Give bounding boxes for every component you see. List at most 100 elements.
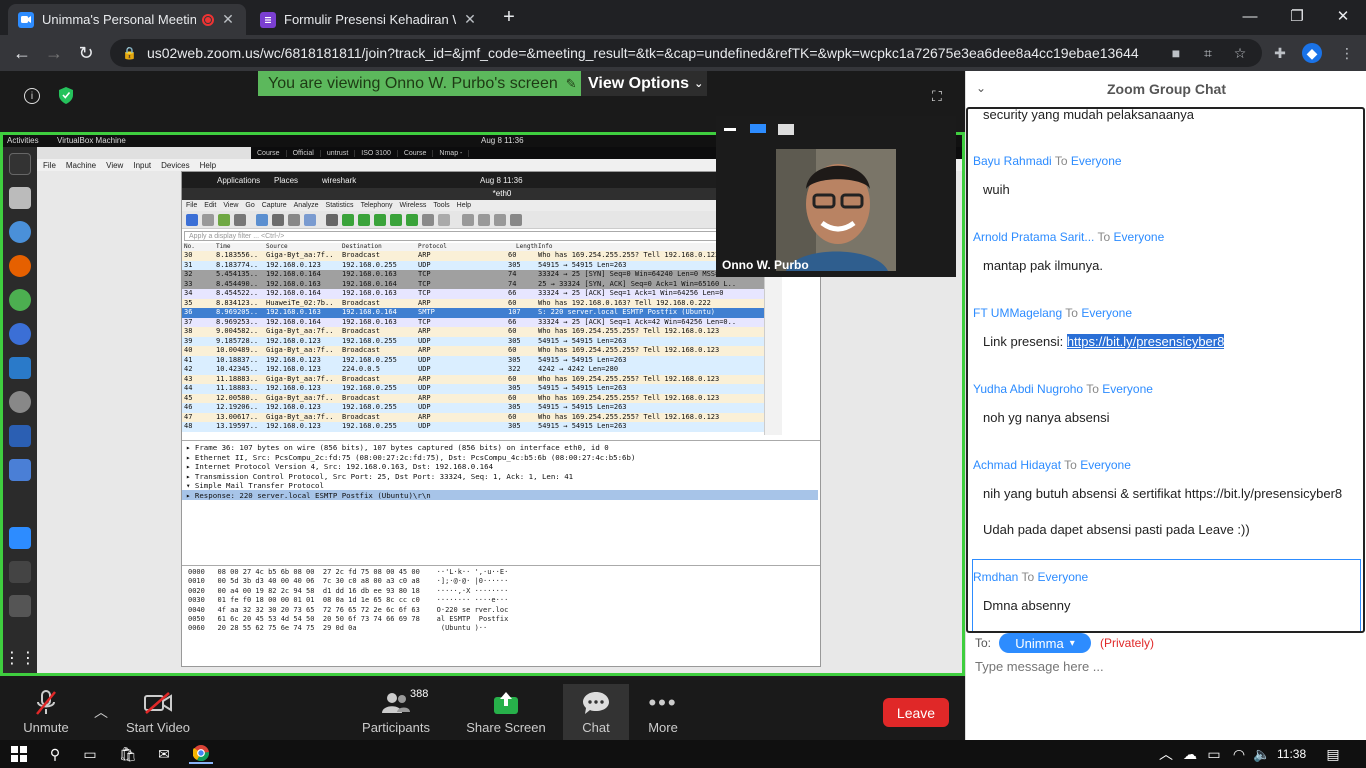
extensions-icon[interactable]: ✚ [1270, 43, 1290, 63]
packet-cell: 33324 → 25 [ACK] Seq=1 Ack=1 Win=64256 L… [538, 289, 724, 297]
prev-packet-icon [342, 214, 354, 226]
packet-cell: TCP [418, 270, 431, 278]
view-options-button[interactable]: View Options ⌄ [581, 71, 707, 96]
detail-line: ▸ Transmission Control Protocol, Src Por… [186, 471, 574, 481]
packet-list-scrollbar [764, 251, 782, 435]
audio-options-chevron-icon[interactable]: ︿ [94, 702, 108, 722]
info-icon[interactable]: i [24, 88, 40, 104]
windows-start-icon[interactable] [7, 744, 31, 764]
chat-message-header: Yudha Abdi Nugroho To Everyone [973, 382, 1153, 396]
packet-cell: UDP [418, 355, 431, 364]
translate-icon[interactable]: ⌗ [1198, 43, 1218, 63]
minimize-icon[interactable]: — [1227, 0, 1273, 32]
packet-cell: 36 [184, 308, 193, 316]
share-screen-button[interactable]: Share Screen [464, 684, 548, 740]
close-tab-icon[interactable]: ✕ [220, 11, 236, 28]
bookmark-star-icon[interactable]: ☆ [1230, 43, 1250, 63]
chat-button[interactable]: Chat [563, 684, 629, 740]
restore-icon[interactable]: ❐ [1274, 0, 1320, 32]
forward-icon[interactable]: → [41, 41, 67, 65]
fullscreen-icon[interactable]: ⛶ [932, 88, 946, 104]
packet-cell: 192.168.0.255 [342, 336, 397, 345]
single-view-icon[interactable] [750, 124, 766, 133]
mail-icon[interactable]: ✉ [152, 744, 176, 764]
zoom-reset-icon [494, 214, 506, 226]
onedrive-icon[interactable]: ☁ [1178, 744, 1202, 764]
camera-blocked-icon[interactable]: ■ [1166, 43, 1186, 63]
ws-menu-item: Wireless [399, 202, 427, 209]
packet-cell: 25 → 33324 [SYN, ACK] Seq=0 Ack=1 Win=65… [538, 279, 737, 288]
chat-sender[interactable]: FT UMMagelang [973, 306, 1062, 320]
tray-overflow-chevron-icon[interactable]: ︿ [1154, 744, 1178, 764]
viewing-screen-banner: You are viewing Onno W. Purbo's screen ✎ [258, 71, 581, 96]
reload-icon[interactable]: ↻ [73, 41, 99, 65]
task-view-icon[interactable]: ▭ [78, 744, 102, 764]
packet-cell: 33324 → 25 [SYN] Seq=0 Win=64240 Len=0 M… [538, 270, 737, 278]
packet-row: 37 8.969253.. 192.168.0.164 192.168.0.163 TC… [182, 317, 764, 327]
packet-cell: UDP [418, 384, 431, 392]
packet-cell: 33 [184, 279, 193, 288]
wifi-icon[interactable]: ◠ [1227, 744, 1251, 764]
presenter-video-tile[interactable]: Onno W. Purbo [716, 116, 956, 277]
more-button[interactable]: ••• More [638, 684, 688, 740]
to-label: To: [975, 636, 992, 650]
vbox-menu-item: Help [199, 160, 217, 170]
back-icon[interactable]: ← [9, 41, 35, 65]
chrome-taskbar-icon[interactable] [189, 744, 213, 764]
volume-icon[interactable]: 🔈 [1250, 744, 1274, 764]
shield-extension-icon[interactable]: ◆ [1302, 43, 1322, 63]
packet-cell: 54915 → 54915 Len=263 [538, 355, 627, 364]
tab-zoom-meeting[interactable]: Unimma's Personal Meeting ✕ [8, 4, 246, 35]
recipient-select[interactable]: Unimma ▾ [999, 633, 1091, 653]
leave-button[interactable]: Leave [883, 698, 949, 727]
unmute-button[interactable]: Unmute [18, 684, 74, 740]
ws-menu-item: Telephony [360, 202, 393, 209]
presenter-name: Onno W. Purbo [722, 258, 809, 272]
chat-sender[interactable]: Achmad Hidayat [973, 458, 1061, 472]
chat-sender[interactable]: Arnold Pratama Sarit... [973, 230, 1094, 244]
presensi-link[interactable]: https://bit.ly/presensicyber8 [1066, 334, 1225, 349]
chat-message-header: Arnold Pratama Sarit... To Everyone [973, 230, 1164, 244]
packet-row: 36 8.969205.. 192.168.0.163 192.168.0.164 SM… [182, 308, 764, 318]
packet-cell: 74 [508, 270, 517, 278]
minimize-video-icon[interactable] [724, 128, 736, 131]
packet-row: 47 13.00617.. Giga-Byt_aa:7f.. Broadcast ARP… [182, 412, 764, 422]
packet-cell: 192.168.0.255 [342, 355, 397, 364]
chat-message-text: noh yg nanya absensi [983, 410, 1110, 425]
close-tab-icon[interactable]: ✕ [462, 11, 478, 28]
store-icon[interactable]: 🛍 [116, 744, 140, 764]
chat-sender[interactable]: Rmdhan [973, 570, 1018, 584]
taskbar-clock[interactable]: 11:38 [1277, 740, 1306, 768]
tab-formulir[interactable]: Formulir Presensi Kehadiran Web ✕ [250, 4, 488, 35]
tab-title: Formulir Presensi Kehadiran Web [284, 12, 456, 27]
detail-line: ▸ Internet Protocol Version 4, Src: 192.… [186, 462, 494, 472]
packet-cell: 54915 → 54915 Len=263 [538, 260, 627, 269]
notifications-icon[interactable]: ▤ [1321, 744, 1345, 764]
packet-cell: 42 [184, 365, 193, 373]
start-video-button[interactable]: Start Video [122, 684, 194, 740]
packet-cell: 192.168.0.123 [266, 422, 321, 430]
vbox-menu-item: Machine [65, 160, 97, 170]
address-bar[interactable]: 🔒 us02web.zoom.us/wc/6818181811/join?tra… [110, 39, 1262, 67]
ff-tab: Course [398, 149, 434, 157]
chat-sender[interactable]: Yudha Abdi Nugroho [973, 382, 1083, 396]
chrome-menu-icon[interactable]: ⋮ [1337, 43, 1357, 63]
settings-icon [9, 391, 31, 413]
chat-sender[interactable]: Bayu Rahmadi [973, 154, 1052, 168]
chat-message-header: Rmdhan To Everyone [973, 570, 1088, 584]
close-window-icon[interactable]: ✕ [1320, 0, 1366, 32]
packet-cell: 192.168.0.255 [342, 403, 397, 411]
packet-cell: 192.168.0.255 [342, 260, 397, 269]
packet-cell: 192.168.0.123 [266, 260, 321, 269]
encryption-shield-icon[interactable] [59, 87, 73, 104]
packet-cell: 107 [508, 308, 521, 316]
gallery-view-icon[interactable] [778, 124, 794, 135]
packet-cell: 192.168.0.123 [266, 384, 321, 392]
packet-cell: 12.00580.. [216, 393, 259, 402]
colorize-icon [438, 214, 450, 226]
search-icon[interactable]: ⚲ [43, 744, 67, 764]
battery-icon[interactable]: ▭ [1202, 744, 1226, 764]
chat-message-input[interactable] [975, 656, 1355, 676]
new-tab-icon[interactable]: + [497, 6, 521, 28]
detail-line: ▸ Response: 220 server.local ESMTP Postf… [186, 491, 431, 500]
